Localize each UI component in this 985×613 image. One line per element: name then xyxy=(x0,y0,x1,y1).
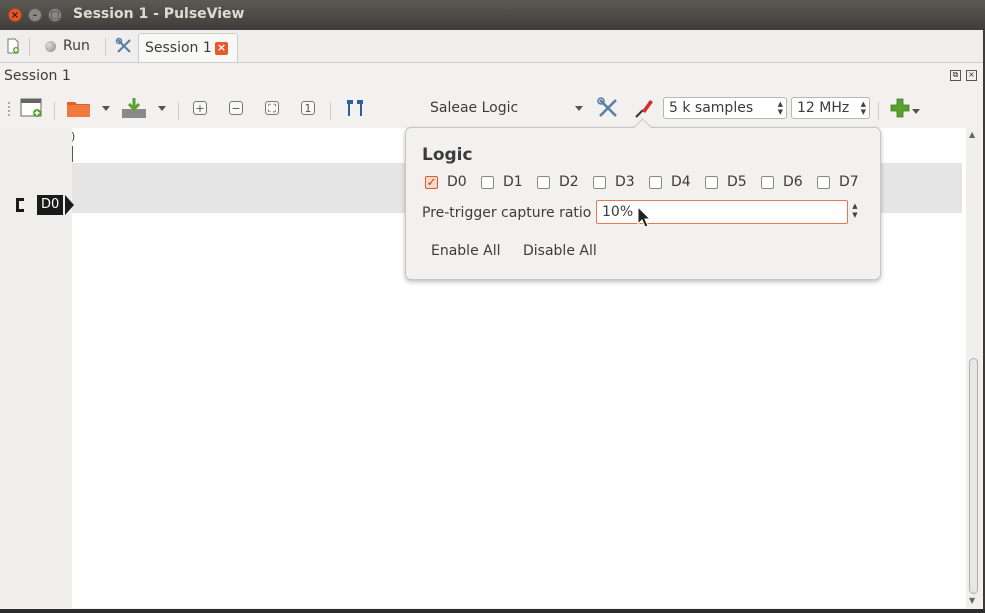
window-maximize-button[interactable]: □ xyxy=(48,8,62,22)
ruler-cursor xyxy=(72,146,73,162)
ruler-mark: ) xyxy=(71,130,76,143)
pretrigger-spin-icon[interactable]: ▲ ▼ xyxy=(847,200,863,224)
cursors-icon xyxy=(347,100,363,116)
save-icon xyxy=(122,98,146,118)
channel-checkbox-d4[interactable]: D4 xyxy=(649,174,691,190)
new-view-button[interactable] xyxy=(20,96,44,120)
vertical-scrollbar[interactable]: ▲ ▼ xyxy=(966,128,981,608)
add-dropdown-icon[interactable] xyxy=(912,109,920,114)
new-session-button[interactable] xyxy=(5,30,21,62)
folder-icon xyxy=(67,102,90,117)
window-minimize-button[interactable]: – xyxy=(28,8,42,22)
session-title: Session 1 xyxy=(4,68,71,84)
channel-checkbox-d6[interactable]: D6 xyxy=(761,174,803,190)
sample-rate-spinbox[interactable]: 12 MHz ▲ ▼ xyxy=(791,97,870,119)
mouse-pointer-icon xyxy=(637,206,651,228)
device-selector[interactable]: Saleae Logic xyxy=(424,96,589,120)
channel-label: D4 xyxy=(671,174,691,190)
add-decoder-button[interactable] xyxy=(889,96,911,120)
desktop-background xyxy=(0,609,985,613)
new-document-icon xyxy=(7,38,19,54)
configure-device-button[interactable] xyxy=(596,96,620,120)
channel-label: D1 xyxy=(503,174,523,190)
run-button[interactable]: Run xyxy=(45,30,90,62)
scroll-up-icon[interactable]: ▲ xyxy=(969,130,975,139)
channel-checkbox-d0[interactable]: ✓ D0 xyxy=(425,174,467,190)
configure-channels-button[interactable] xyxy=(633,96,655,120)
tab-close-icon[interactable]: × xyxy=(215,42,228,55)
checkbox-icon xyxy=(649,175,662,189)
sample-count-spinbox[interactable]: 5 k samples ▲ ▼ xyxy=(663,97,787,119)
tools-icon xyxy=(115,37,131,53)
save-dropdown-icon[interactable] xyxy=(158,106,166,111)
channel-checkbox-d2[interactable]: D2 xyxy=(537,174,579,190)
show-cursors-button[interactable] xyxy=(344,96,366,120)
checkbox-icon xyxy=(705,175,718,189)
save-button[interactable] xyxy=(121,96,147,120)
window-title: Session 1 - PulseView xyxy=(73,6,245,22)
pretrigger-input[interactable]: 10% xyxy=(596,200,848,224)
spin-arrows-icon: ▲ ▼ xyxy=(777,100,783,116)
zoom-out-button[interactable]: − xyxy=(229,96,243,120)
channel-label: D5 xyxy=(727,174,747,190)
popup-title: Logic xyxy=(422,145,473,165)
channel-checkbox-d1[interactable]: D1 xyxy=(481,174,523,190)
sample-count-value: 5 k samples xyxy=(669,100,754,116)
zoom-one-to-one-icon: 1 xyxy=(301,101,315,115)
toolbar-handle[interactable] xyxy=(8,102,12,116)
tab-session-1[interactable]: Session 1 × xyxy=(138,33,238,62)
scroll-down-icon[interactable]: ▼ xyxy=(969,596,975,605)
checkbox-icon xyxy=(593,175,606,189)
dock-float-icon[interactable]: ⧉ xyxy=(950,70,961,81)
dock-close-icon[interactable]: × xyxy=(966,70,977,81)
zoom-fit-icon: ⛶ xyxy=(265,101,279,115)
checkbox-icon xyxy=(537,175,550,189)
channel-label: D7 xyxy=(839,174,859,190)
pretrigger-label: Pre-trigger capture ratio xyxy=(422,205,592,221)
trace-label-d0[interactable]: D0 xyxy=(37,195,64,215)
chevron-down-icon xyxy=(575,106,583,111)
zoom-out-icon: − xyxy=(229,101,243,115)
title-bar: × – □ Session 1 - PulseView xyxy=(0,0,985,30)
open-dropdown-icon[interactable] xyxy=(102,106,110,111)
trace-label-arrow xyxy=(65,195,74,215)
channel-label: D2 xyxy=(559,174,579,190)
checkbox-icon xyxy=(481,175,494,189)
checkbox-checked-icon: ✓ xyxy=(425,174,438,189)
channel-label: D0 xyxy=(447,174,467,190)
run-label: Run xyxy=(63,38,90,54)
device-settings-button[interactable] xyxy=(115,30,133,62)
channel-checkbox-d7[interactable]: D7 xyxy=(817,174,859,190)
channel-checkbox-d3[interactable]: D3 xyxy=(593,174,635,190)
checkbox-icon xyxy=(761,175,774,189)
window-close-button[interactable]: × xyxy=(8,8,22,22)
main-toolbar: Run Session 1 × xyxy=(0,30,983,63)
checkbox-icon xyxy=(817,175,830,189)
zoom-in-icon: + xyxy=(193,101,207,115)
channel-checkbox-d5[interactable]: D5 xyxy=(705,174,747,190)
zoom-in-button[interactable]: + xyxy=(193,96,207,120)
scrollbar-thumb[interactable] xyxy=(969,358,978,594)
probe-icon xyxy=(635,100,653,118)
enable-all-button[interactable]: Enable All xyxy=(431,243,501,259)
session-toolbar: + − ⛶ 1 Saleae Logic 5 k samples ▲ ▼ 12 M… xyxy=(0,90,983,128)
trace-handle-icon[interactable] xyxy=(16,198,24,212)
device-name: Saleae Logic xyxy=(430,100,519,116)
record-icon xyxy=(45,40,56,52)
tab-label: Session 1 xyxy=(145,40,212,56)
spin-arrows-icon: ▲ ▼ xyxy=(860,100,866,116)
tools-icon xyxy=(597,97,617,117)
plus-icon xyxy=(890,98,910,118)
zoom-fit-button[interactable]: ⛶ xyxy=(265,96,279,120)
disable-all-button[interactable]: Disable All xyxy=(523,243,597,259)
zoom-one-to-one-button[interactable]: 1 xyxy=(301,96,315,120)
new-view-icon xyxy=(20,98,42,117)
open-button[interactable] xyxy=(66,96,92,120)
sample-rate-value: 12 MHz xyxy=(797,100,850,116)
channels-popup: Logic ✓ D0 D1 D2 D3 D4 D5 D6 D7 Pre-trigg… xyxy=(405,118,881,280)
channel-label: D3 xyxy=(615,174,635,190)
channel-label: D6 xyxy=(783,174,803,190)
